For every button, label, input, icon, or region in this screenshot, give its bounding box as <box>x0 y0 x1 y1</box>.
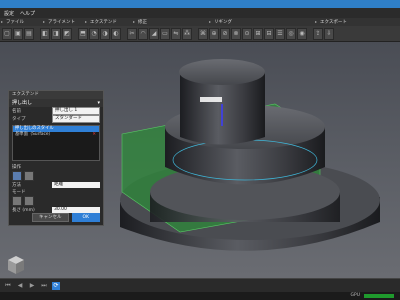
section-modify[interactable]: 修正 <box>132 19 208 25</box>
type-row: タイプ スタンダード <box>9 115 103 123</box>
name-label: 名前 <box>12 109 21 114</box>
section-alignment[interactable]: アライメント <box>42 19 84 25</box>
menu-bar: 設定 ヘルプ <box>0 8 400 18</box>
op-extrude-icon[interactable] <box>12 171 22 181</box>
cancel-button[interactable]: キャンセル <box>32 213 69 222</box>
op-cut-icon[interactable] <box>24 171 34 181</box>
prev-frame-icon[interactable]: ◀ <box>16 282 24 290</box>
rig-icon[interactable]: ⌘ <box>198 27 208 40</box>
mode-one-icon[interactable] <box>12 196 22 206</box>
loop-icon[interactable]: ⟳ <box>52 281 60 290</box>
export-icon[interactable]: ⇪ <box>313 27 323 40</box>
last-frame-icon[interactable]: ⏭ <box>40 282 48 290</box>
section-export[interactable]: エクスポート <box>314 19 370 25</box>
pose-icon[interactable]: ⊙ <box>242 27 252 40</box>
first-frame-icon[interactable]: ⏮ <box>4 282 12 290</box>
shell-icon[interactable]: ▭ <box>160 27 170 40</box>
constraint-icon[interactable]: ⊞ <box>253 27 263 40</box>
gpu-label: GPU <box>350 293 361 298</box>
panel-header: 押し出し ▾ <box>9 99 103 107</box>
top-cylinder-top <box>179 59 265 85</box>
pattern-icon[interactable]: ⁂ <box>182 27 192 40</box>
mode-icons <box>9 196 103 206</box>
list-item-label: 基準面（Surface） <box>15 132 53 137</box>
section-rigging[interactable]: リギング <box>208 19 314 25</box>
type-label: タイプ <box>12 117 26 122</box>
extend-panel: エクステンド 押し出し ▾ 名前 押し出し 1 タイプ スタンダード 押し出しの… <box>8 90 104 226</box>
collapse-icon[interactable]: ▾ <box>97 99 100 107</box>
method-row: 方法 距離 <box>9 181 103 189</box>
bone-icon[interactable]: ⊘ <box>220 27 230 40</box>
method-select[interactable]: 距離 <box>52 182 100 188</box>
export-mesh-icon[interactable]: ⇩ <box>324 27 334 40</box>
open-icon[interactable]: ▣ <box>13 27 23 40</box>
align-icon[interactable]: ◧ <box>40 27 50 40</box>
section-extend[interactable]: エクステンド <box>84 19 132 25</box>
name-input[interactable]: 押し出し 1 <box>52 107 100 115</box>
sweep-icon[interactable]: ◐ <box>111 27 121 40</box>
menu-settings[interactable]: 設定 <box>4 10 14 17</box>
name-row: 名前 押し出し 1 <box>9 107 103 115</box>
align-axis-icon[interactable]: ◨ <box>51 27 61 40</box>
next-frame-icon[interactable]: ▶ <box>28 282 36 290</box>
mode-label: モード <box>12 190 26 195</box>
operation-label: 操作 <box>12 165 21 170</box>
toolbar-section-header: ファイル アライメント エクステンド 修正 リギング エクスポート <box>0 18 400 26</box>
section-file[interactable]: ファイル <box>0 19 42 25</box>
loft-icon[interactable]: ◑ <box>100 27 110 40</box>
deform-icon[interactable]: ⊟ <box>264 27 274 40</box>
new-file-icon[interactable]: ▢ <box>2 27 12 40</box>
fillet-icon[interactable]: ◠ <box>138 27 148 40</box>
gpu-meter <box>364 294 394 298</box>
status-bar <box>0 292 400 300</box>
panel-buttons: キャンセル OK <box>32 213 100 222</box>
revolve-icon[interactable]: ◔ <box>89 27 99 40</box>
align-face-icon[interactable]: ◩ <box>62 27 72 40</box>
view-icon[interactable]: ◎ <box>286 27 296 40</box>
panel-title: エクステンド <box>9 91 103 99</box>
title-bar <box>0 0 400 8</box>
list-item[interactable]: 基準面（Surface） ✕ <box>13 132 99 138</box>
tool-row: ▢ ▣ ▤ ◧ ◨ ◩ ⬒ ◔ ◑ ◐ ✂ ◠ ◢ ▭ ⇋ ⁂ ⌘ ⊕ ⊘ ⊗ … <box>0 26 400 42</box>
method-label: 方法 <box>12 183 21 188</box>
chamfer-icon[interactable]: ◢ <box>149 27 159 40</box>
selection-list: 押し出しのスタイル 基準面（Surface） ✕ <box>12 125 100 161</box>
layer-icon[interactable]: ☰ <box>275 27 285 40</box>
cut-icon[interactable]: ✂ <box>127 27 137 40</box>
render-icon[interactable]: ◉ <box>297 27 307 40</box>
timeline-bar: ⏮ ◀ ▶ ⏭ ⟳ <box>0 278 400 292</box>
mirror-icon[interactable]: ⇋ <box>171 27 181 40</box>
weight-icon[interactable]: ⊗ <box>231 27 241 40</box>
operation-icons <box>9 171 103 181</box>
mode-two-icon[interactable] <box>24 196 34 206</box>
list-item-label: 押し出しのスタイル <box>15 126 54 131</box>
ok-button[interactable]: OK <box>71 213 100 222</box>
joint-icon[interactable]: ⊕ <box>209 27 219 40</box>
extrude-icon[interactable]: ⬒ <box>78 27 88 40</box>
remove-icon[interactable]: ✕ <box>92 132 96 138</box>
type-select[interactable]: スタンダード <box>52 115 100 123</box>
save-icon[interactable]: ▤ <box>24 27 34 40</box>
menu-help[interactable]: ヘルプ <box>20 10 35 17</box>
panel-header-label: 押し出し <box>12 100 33 106</box>
